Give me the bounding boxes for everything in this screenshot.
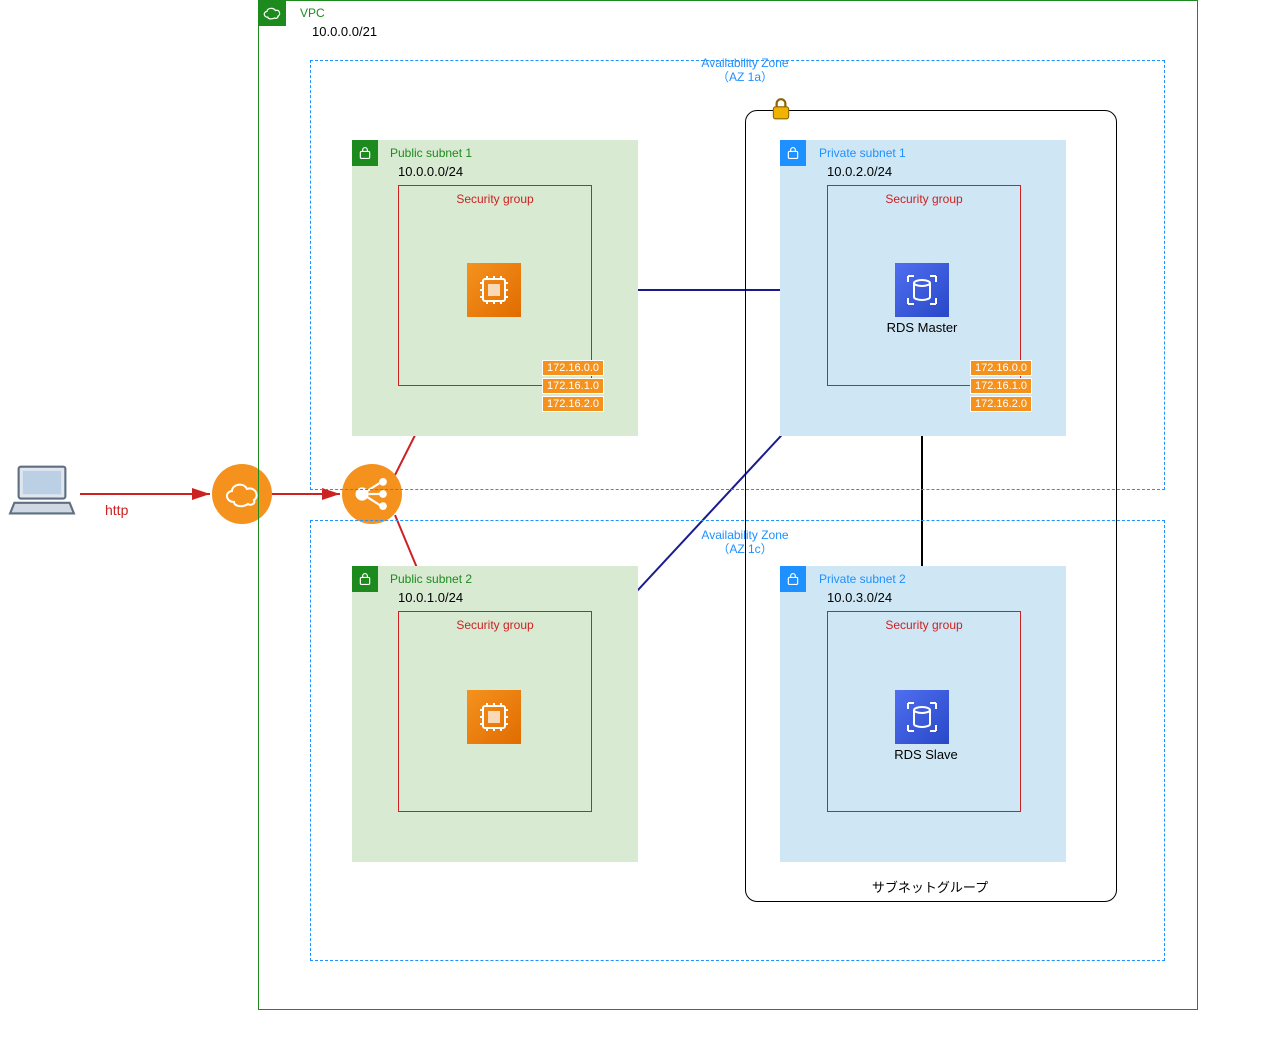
rds-slave-icon <box>895 690 949 744</box>
public-subnet-1-tag-icon <box>352 140 378 166</box>
private-subnet-2-tag-icon <box>780 566 806 592</box>
public-subnet-1-ips: 172.16.0.0 172.16.1.0 172.16.2.0 <box>542 358 604 412</box>
ip-chip: 172.16.0.0 <box>542 360 604 376</box>
az-1a-title: Availability Zone （AZ 1a） <box>670 56 820 84</box>
public-subnet-2-title: Public subnet 2 <box>390 572 472 586</box>
subnet-group-lock-icon <box>770 98 792 120</box>
ip-chip: 172.16.2.0 <box>970 396 1032 412</box>
ec2-instance-1-icon <box>467 263 521 317</box>
diagram-canvas: http VPC 10.0.0.0/21 Availability Zone （… <box>0 0 1270 1050</box>
public-subnet-2-sg-title: Security group <box>398 618 592 632</box>
vpc-title: VPC <box>300 6 325 20</box>
ec2-instance-2-icon <box>467 690 521 744</box>
rds-master-icon <box>895 263 949 317</box>
subnet-group-label: サブネットグループ <box>745 877 1115 896</box>
vpc-tag-icon <box>258 0 286 26</box>
public-subnet-2-cidr: 10.0.1.0/24 <box>398 590 463 605</box>
http-label: http <box>105 502 128 518</box>
ip-chip: 172.16.1.0 <box>970 378 1032 394</box>
public-subnet-1-sg-title: Security group <box>398 192 592 206</box>
private-subnet-2-title: Private subnet 2 <box>819 572 906 586</box>
public-subnet-2-tag-icon <box>352 566 378 592</box>
client-laptop-icon <box>8 460 76 520</box>
private-subnet-1-sg-title: Security group <box>827 192 1021 206</box>
rds-master-label: RDS Master <box>882 320 962 335</box>
rds-slave-label: RDS Slave <box>886 747 966 762</box>
private-subnet-2-cidr: 10.0.3.0/24 <box>827 590 892 605</box>
ip-chip: 172.16.1.0 <box>542 378 604 394</box>
ip-chip: 172.16.0.0 <box>970 360 1032 376</box>
private-subnet-1-cidr: 10.0.2.0/24 <box>827 164 892 179</box>
ip-chip: 172.16.2.0 <box>542 396 604 412</box>
private-subnet-1-title: Private subnet 1 <box>819 146 906 160</box>
public-subnet-1-cidr: 10.0.0.0/24 <box>398 164 463 179</box>
private-subnet-1-ips: 172.16.0.0 172.16.1.0 172.16.2.0 <box>970 358 1032 412</box>
public-subnet-1-title: Public subnet 1 <box>390 146 472 160</box>
vpc-cidr: 10.0.0.0/21 <box>312 24 377 39</box>
private-subnet-1-tag-icon <box>780 140 806 166</box>
private-subnet-2-sg-title: Security group <box>827 618 1021 632</box>
